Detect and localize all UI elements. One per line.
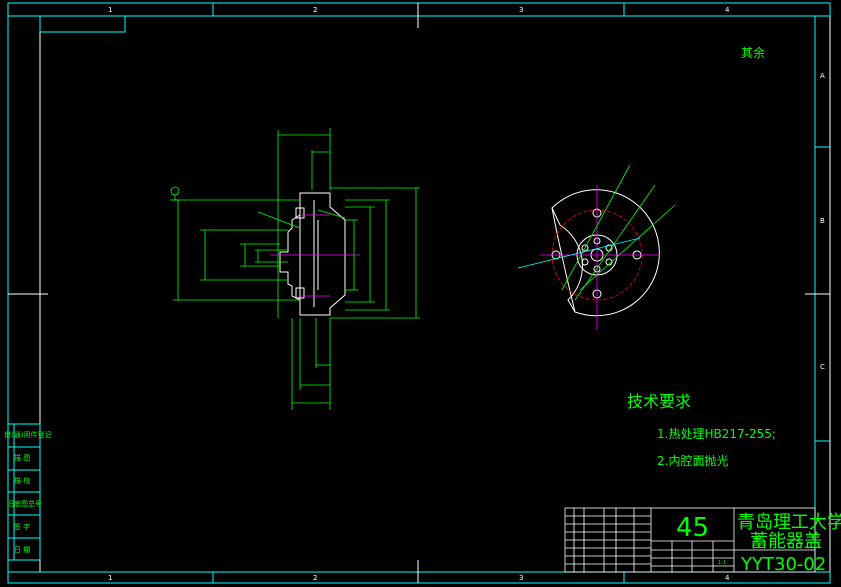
zone-top-1: 1 — [108, 6, 112, 14]
side-row-2: 描 图 — [14, 453, 30, 462]
end-view — [517, 164, 676, 330]
zone-bottom-2: 2 — [313, 574, 317, 582]
top-zone-strip — [7, 2, 831, 17]
tech-requirement-1: 1.热处理HB217-255; — [657, 427, 776, 441]
tech-requirement-2: 2.内腔面抛光 — [657, 453, 728, 468]
roughness-note: 其余 — [741, 45, 765, 60]
zone-top-3: 3 — [519, 6, 523, 14]
outer-border — [7, 2, 831, 584]
material-value: 45 — [676, 513, 709, 543]
zone-bottom-3: 3 — [519, 574, 523, 582]
section-view — [170, 128, 420, 410]
zone-right-a: A — [820, 72, 825, 80]
zone-right-c: C — [820, 363, 825, 371]
tech-requirements-title: 技术要求 — [627, 392, 691, 411]
school-name: 青岛理工大学 — [737, 512, 841, 533]
side-row-3: 描 校 — [14, 476, 30, 485]
zone-right-b: B — [820, 217, 825, 225]
side-row-6: 日 期 — [14, 546, 30, 554]
inner-border — [39, 15, 831, 573]
zone-top-2: 2 — [313, 6, 317, 14]
zone-bottom-1: 1 — [108, 574, 112, 582]
drawing-number: YYT30-02 — [740, 554, 826, 575]
zone-bottom-4: 4 — [725, 574, 730, 582]
drawing-sheet: 1 2 3 4 1 2 3 4 A B C 借(通)用件登记 描 图 描 校 旧… — [4, 2, 841, 584]
part-name: 蓄能器盖 — [750, 531, 822, 552]
side-table — [7, 423, 41, 561]
side-row-1: 借(通)用件登记 — [4, 430, 51, 439]
filing-box — [39, 15, 126, 33]
side-row-5: 签 字 — [14, 522, 30, 531]
zone-top-4: 4 — [725, 6, 730, 14]
bottom-zone-strip — [7, 571, 831, 584]
side-row-4: 旧底图总号 — [7, 499, 42, 508]
scale-value: 1:1 — [718, 560, 726, 566]
